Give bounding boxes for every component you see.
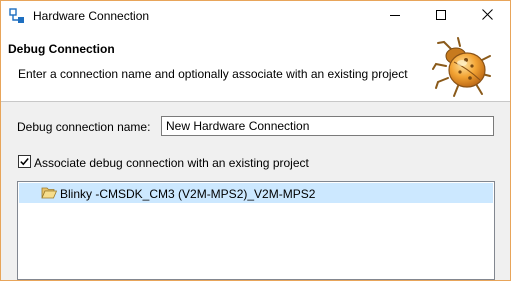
project-list[interactable]: Blinky -CMSDK_CM3 (V2M-MPS2)_V2M-MPS2 <box>17 181 495 280</box>
bug-icon <box>432 36 494 100</box>
minimize-icon <box>390 9 400 23</box>
project-item-label: Blinky -CMSDK_CM3 (V2M-MPS2)_V2M-MPS2 <box>60 187 316 201</box>
app-icon <box>9 8 25 24</box>
maximize-button[interactable] <box>418 1 464 31</box>
close-icon <box>481 9 493 23</box>
minimize-button[interactable] <box>372 1 418 31</box>
associate-checkbox-label[interactable]: Associate debug connection with an exist… <box>34 156 309 170</box>
associate-checkbox[interactable] <box>18 155 31 168</box>
list-item[interactable]: Blinky -CMSDK_CM3 (V2M-MPS2)_V2M-MPS2 <box>19 183 493 203</box>
header-description: Enter a connection name and optionally a… <box>18 67 408 81</box>
dialog-header: Debug Connection Enter a connection name… <box>1 31 510 102</box>
dialog-window: Hardware Connection Debug Connection Ent… <box>0 0 511 281</box>
title-bar[interactable]: Hardware Connection <box>1 1 510 31</box>
connection-name-label: Debug connection name: <box>17 120 151 134</box>
window-title: Hardware Connection <box>33 9 150 23</box>
connection-name-input[interactable] <box>161 116 494 136</box>
header-title: Debug Connection <box>8 42 115 56</box>
open-folder-icon <box>41 185 58 200</box>
maximize-icon <box>436 9 446 23</box>
checkmark-icon <box>20 158 29 166</box>
close-button[interactable] <box>464 1 510 31</box>
